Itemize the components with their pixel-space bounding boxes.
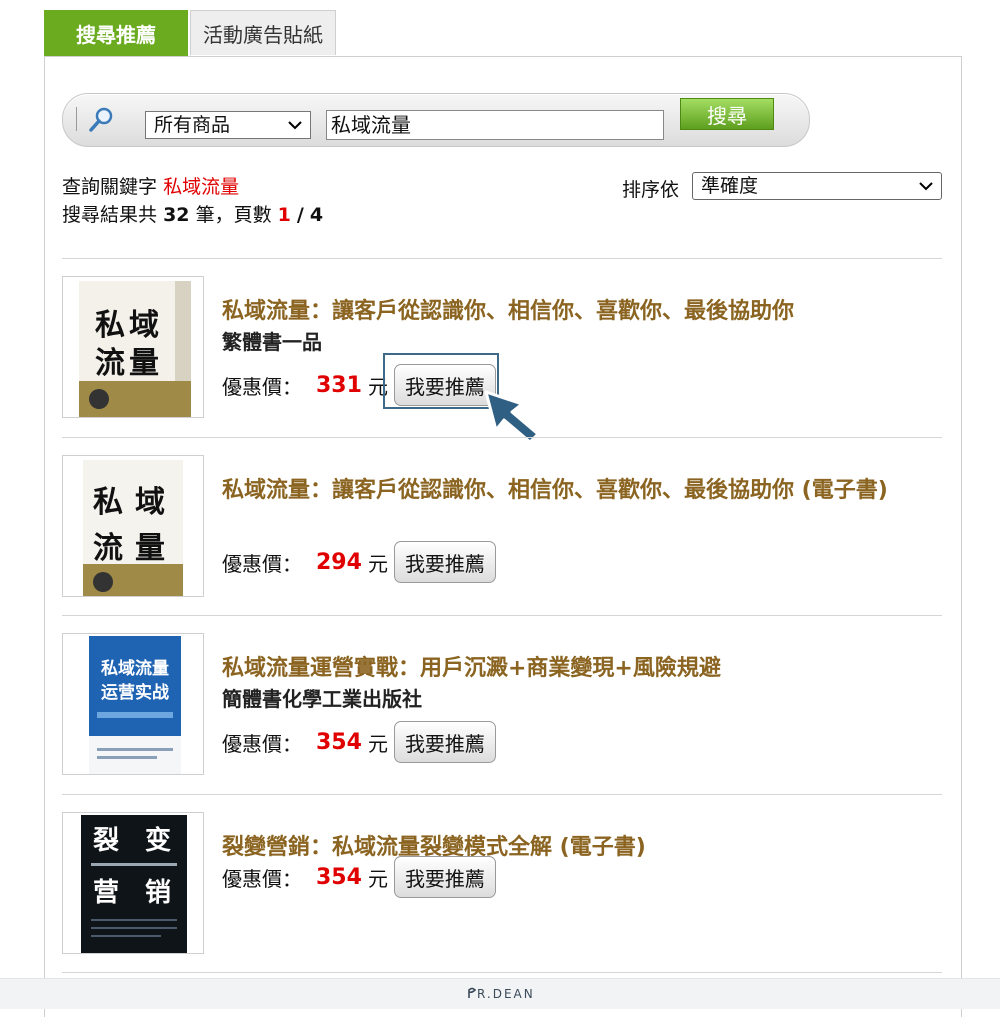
recommend-button[interactable]: 我要推薦 (393, 856, 496, 898)
result-summary: 搜尋結果共 32 筆，頁數 1 / 4 (62, 200, 323, 227)
product-title[interactable]: 私域流量運營實戰：用戶沉澱+商業變現+風險規避 (222, 651, 942, 687)
sort-select-value: 準確度 (701, 175, 759, 197)
product-thumbnail[interactable]: 裂 变 营 销 (62, 812, 204, 954)
divider (62, 258, 942, 259)
product-title[interactable]: 私域流量：讓客戶從認識你、相信你、喜歡你、最後協助你 (電子書) (222, 473, 942, 509)
magnifier-icon (89, 107, 113, 132)
sort-select[interactable]: 準確度 (692, 172, 942, 200)
currency: 元 (367, 731, 388, 756)
price-value: 354 (316, 729, 362, 755)
result-count-label: 搜尋結果共 (62, 204, 158, 226)
query-keyword: 私域流量 (163, 176, 240, 198)
footer-logo: R.DEAN (467, 987, 535, 1001)
cover-char: 私 (95, 308, 125, 343)
query-keyword-line: 查詢關鍵字 私域流量 (62, 172, 239, 199)
price-row: 優惠價： 354 元 我要推薦 (222, 856, 496, 898)
currency: 元 (367, 551, 388, 576)
product-thumbnail[interactable]: 私域流量 运营实战 (62, 633, 204, 775)
book-cover-image: 私域流量 运营实战 (89, 636, 181, 774)
product-publisher: 簡體書化學工業出版社 (222, 687, 422, 711)
search-input[interactable]: 私域流量 (326, 110, 664, 140)
cursor-arrow-icon (484, 390, 540, 444)
product-thumbnail[interactable]: 私 域 流 量 (62, 455, 204, 597)
cover-char: 裂 (93, 826, 119, 856)
query-label: 查詢關鍵字 (62, 176, 158, 198)
currency: 元 (367, 866, 388, 891)
book-cover-image: 私 域 流 量 (83, 460, 183, 596)
result-count: 32 (163, 204, 190, 226)
product-title[interactable]: 私域流量：讓客戶從認識你、相信你、喜歡你、最後協助你 (222, 294, 942, 330)
cover-char: 量 (129, 346, 159, 381)
price-label: 優惠價： (222, 374, 302, 399)
product-publisher: 繁體書一品 (222, 330, 322, 354)
chevron-down-icon (288, 121, 302, 130)
price-value: 294 (316, 549, 362, 575)
divider (62, 437, 942, 438)
cover-char: 域 (129, 308, 159, 343)
total-pages: 4 (309, 204, 324, 226)
cover-char: 流 (95, 346, 125, 381)
list-item: 私 域 流 量 私域流量：讓客戶從認識你、相信你、喜歡你、最後協助你 (電子書)… (62, 455, 942, 599)
footer-logo-text: R.DEAN (477, 987, 535, 1001)
cover-char: 流 (93, 531, 123, 566)
book-cover-image: 裂 变 营 销 (81, 815, 187, 953)
price-row: 優惠價： 294 元 我要推薦 (222, 541, 496, 583)
price-row: 優惠價： 354 元 我要推薦 (222, 721, 496, 763)
price-label: 優惠價： (222, 866, 302, 891)
price-label: 優惠價： (222, 731, 302, 756)
cover-char: 变 (145, 825, 171, 856)
cover-title-line: 运营实战 (101, 682, 169, 703)
cover-char: 量 (135, 531, 165, 566)
cover-char: 私 (93, 485, 123, 520)
cover-char: 域 (135, 485, 165, 520)
price-label: 優惠價： (222, 551, 302, 576)
sort-label: 排序依 (622, 179, 680, 201)
list-item: 裂 变 营 销 裂變營銷：私域流量裂變模式全解 (電子書) 優惠價： 354 元… (62, 812, 942, 956)
search-button[interactable]: 搜尋 (680, 98, 774, 130)
logo-mark-icon (468, 987, 477, 998)
book-cover-image: 私 域 流 量 (79, 281, 191, 417)
product-thumbnail[interactable]: 私 域 流 量 (62, 276, 204, 418)
recommend-button[interactable]: 我要推薦 (393, 541, 496, 583)
divider (62, 615, 942, 616)
search-divider (76, 107, 77, 131)
cover-char: 营 (93, 878, 119, 908)
price-value: 354 (316, 864, 362, 890)
page-separator: / (296, 204, 304, 226)
tab-search-recommend[interactable]: 搜尋推薦 (44, 10, 188, 56)
price-value: 331 (316, 372, 362, 398)
category-select[interactable]: 所有商品 (145, 111, 311, 139)
divider (62, 794, 942, 795)
chevron-down-icon (919, 182, 933, 191)
cover-char: 销 (145, 878, 171, 908)
page-label: 筆，頁數 (195, 204, 272, 226)
list-item: 私域流量 运营实战 私域流量運營實戰：用戶沉澱+商業變現+風險規避 簡體書化學工… (62, 633, 942, 777)
category-select-value: 所有商品 (154, 114, 231, 136)
tab-ad-stickers[interactable]: 活動廣告貼紙 (190, 10, 336, 55)
recommend-button[interactable]: 我要推薦 (393, 721, 496, 763)
divider (62, 972, 942, 973)
current-page: 1 (277, 204, 291, 226)
cover-title-line: 私域流量 (101, 658, 169, 679)
